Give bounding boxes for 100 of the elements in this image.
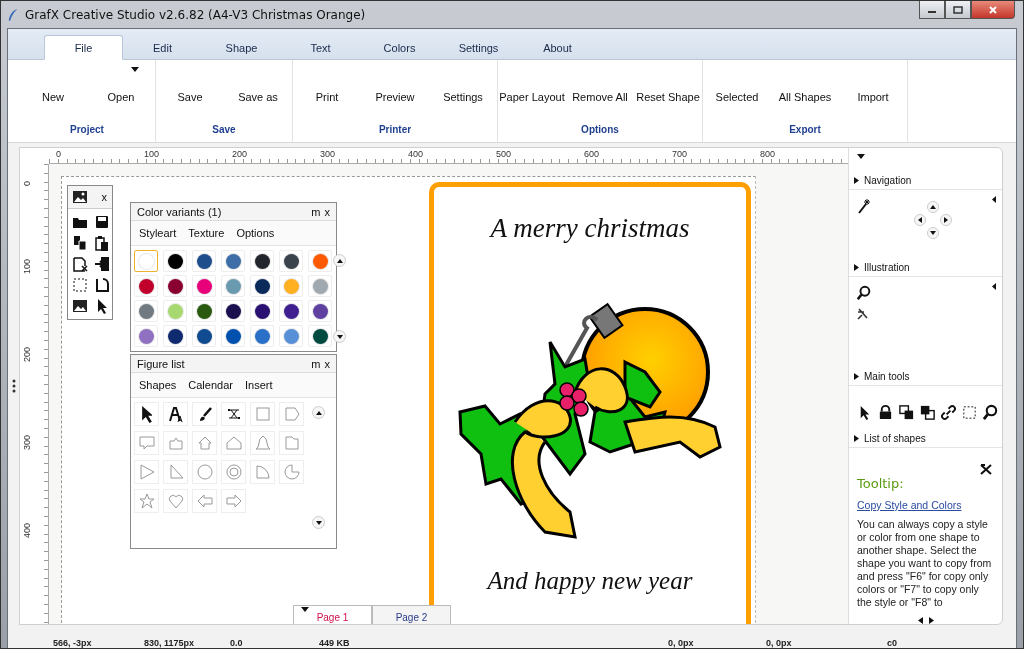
close-button[interactable]: x <box>99 191 109 203</box>
close-icon[interactable] <box>980 464 992 475</box>
panel-tab[interactable]: Shapes <box>137 379 179 391</box>
maximize-button[interactable] <box>945 1 971 19</box>
ribbon-button[interactable]: Save as <box>224 60 292 122</box>
panel-tab[interactable]: Calendar <box>186 379 235 391</box>
panel-control-button[interactable]: m <box>309 357 323 370</box>
page-tab[interactable]: Page 2 <box>372 605 451 624</box>
group-label: Printer <box>378 124 412 135</box>
section-title: List of shapes <box>864 433 926 444</box>
shape-tool-button[interactable] <box>134 402 159 426</box>
dashed-select-icon[interactable] <box>71 276 89 294</box>
quarter-circle-shape-icon <box>253 463 272 481</box>
pan-left-button[interactable] <box>914 214 926 226</box>
ribbon-button[interactable]: All Shapes <box>771 60 839 122</box>
caret-icon[interactable] <box>301 607 309 612</box>
minimize-button[interactable] <box>919 1 945 19</box>
menu-tab[interactable]: Settings <box>439 35 518 60</box>
panel-tab[interactable]: Texture <box>186 227 227 239</box>
lock-icon[interactable] <box>877 404 894 421</box>
group-label: Save <box>212 124 236 135</box>
page-tab[interactable]: Page 1 <box>293 605 372 624</box>
ribbon-button[interactable]: New <box>19 60 87 122</box>
ring-shape-icon <box>224 463 243 481</box>
ribbon-button[interactable]: Import <box>839 60 907 122</box>
bell-shape-icon <box>253 434 272 452</box>
dashed-select-icon[interactable] <box>961 404 978 421</box>
pan-up-button[interactable] <box>927 201 939 213</box>
expand-triangle-icon <box>854 177 859 184</box>
menu-tab[interactable]: Edit <box>123 35 202 60</box>
collapse-triangle-icon[interactable] <box>992 283 996 290</box>
status-field: 0.0 <box>230 638 319 648</box>
down-triangle-icon <box>336 334 343 339</box>
panel-tab[interactable]: Insert <box>242 379 275 391</box>
section-title: Main tools <box>864 371 910 382</box>
ruler-label: 0 <box>22 181 32 186</box>
search-icon[interactable] <box>982 404 999 421</box>
pen-nib-icon[interactable] <box>856 307 870 321</box>
next-tip-icon[interactable] <box>928 617 934 624</box>
ribbon-button[interactable]: Preview <box>361 60 429 122</box>
panel-tab[interactable]: Styleart <box>137 227 179 239</box>
section-header[interactable]: Navigation <box>849 175 1002 190</box>
panel-control-button[interactable]: x <box>322 357 332 370</box>
panel-control-button[interactable]: x <box>322 205 332 218</box>
menu-tab[interactable]: About <box>518 35 597 60</box>
caret-icon[interactable] <box>857 154 865 159</box>
ribbon-button[interactable]: Reset Shape <box>634 60 702 122</box>
previous-tip-icon[interactable] <box>917 617 923 624</box>
paste-icon[interactable] <box>93 234 111 252</box>
search-icon[interactable] <box>856 285 872 301</box>
import-icon[interactable] <box>93 255 111 273</box>
grip-dots-icon[interactable] <box>11 379 16 393</box>
status-field: c0 <box>887 638 947 648</box>
pan-right-button[interactable] <box>940 214 952 226</box>
ribbon-button[interactable]: Remove All <box>566 60 634 122</box>
section-header[interactable]: Illustration <box>849 262 1002 277</box>
panel-control-button[interactable]: m <box>309 205 323 218</box>
delete-page-icon[interactable] <box>71 255 89 273</box>
maximize-icon <box>953 5 963 14</box>
tag-shape-icon <box>282 405 301 423</box>
ribbon-button[interactable]: Selected <box>703 60 771 122</box>
menu-tab[interactable]: File <box>44 35 123 60</box>
section-header[interactable]: List of shapes <box>849 433 1002 448</box>
scroll-down-button[interactable] <box>312 516 325 529</box>
send-back-icon[interactable] <box>919 404 936 421</box>
collapse-triangle-icon[interactable] <box>992 196 996 203</box>
copy-icon[interactable] <box>71 234 89 252</box>
close-button[interactable] <box>971 1 1015 19</box>
pan-down-button[interactable] <box>927 227 939 239</box>
shape-tool-button[interactable] <box>163 402 188 426</box>
scroll-up-button[interactable] <box>312 406 325 419</box>
status-field: 449 KB <box>319 638 668 648</box>
pie-shape-icon <box>282 463 301 481</box>
menu-tab[interactable]: Colors <box>360 35 439 60</box>
section-header[interactable]: Main tools <box>849 371 1002 386</box>
ribbon-button[interactable]: Paper Layout <box>498 60 566 122</box>
ribbon-button[interactable]: Settings <box>429 60 497 122</box>
ribbon-button[interactable]: Save <box>156 60 224 122</box>
picture-icon[interactable] <box>71 297 89 315</box>
panel-title: Color variants (1) <box>137 205 223 218</box>
triangle-shape-icon <box>137 463 156 481</box>
ruler-label: 400 <box>22 522 32 538</box>
ribbon-button[interactable]: Open <box>87 60 155 122</box>
expand-triangle-icon <box>854 435 859 442</box>
ruler-label: 800 <box>760 149 776 159</box>
magic-wand-icon[interactable] <box>857 198 871 214</box>
ribbon-button[interactable]: Print <box>293 60 361 122</box>
corner-shape-icon[interactable] <box>93 276 111 294</box>
group-label: Project <box>70 124 104 135</box>
tooltip-text: You can always copy a style or color from one shape to another shape. Select the shape you want to copy from and press "F6" for copy only colors or "F7" to copy only the style or "F8" to <box>857 518 993 609</box>
panel-tab[interactable]: Options <box>234 227 277 239</box>
shape-tool-button[interactable] <box>192 402 217 426</box>
save-icon[interactable] <box>93 213 111 231</box>
shape-tool-button[interactable] <box>221 402 246 426</box>
tooltip-link[interactable]: Copy Style and Colors <box>857 499 994 511</box>
link-icon[interactable] <box>940 404 957 421</box>
bring-front-icon[interactable] <box>898 404 915 421</box>
menu-tab[interactable]: Text <box>281 35 360 60</box>
menu-tab[interactable]: Shape <box>202 35 281 60</box>
section-title: Illustration <box>864 262 910 273</box>
